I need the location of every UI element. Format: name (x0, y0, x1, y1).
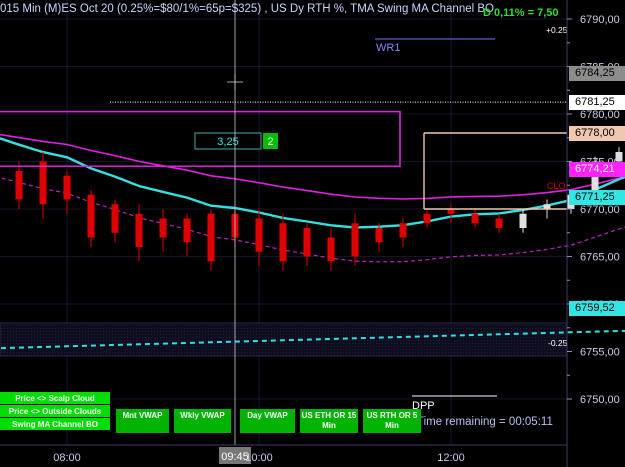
candle-body (423, 213, 431, 224)
minus-offset-label: -0.25 (548, 338, 568, 348)
daily-change-label: D 0,11% = 7,50 (483, 7, 559, 19)
candles-group (15, 147, 623, 271)
us-eth-or15-button[interactable]: US ETH OR 15 Min (300, 409, 358, 433)
candle-body (159, 218, 167, 238)
range-count-text: 2 (267, 136, 273, 148)
price-tick-label: 6790,00 (580, 14, 620, 26)
candle-body (87, 194, 95, 238)
scalp-cloud-button[interactable]: Price <> Scalp Cloud (0, 392, 110, 404)
price-tick-label: 6765,00 (580, 252, 620, 264)
swing-channel-button[interactable]: Swing MA Channel BO (0, 418, 110, 430)
us-rth-or5-button[interactable]: US RTH OR 5 Min (363, 409, 421, 433)
monthly-vwap-button[interactable]: Mnt VWAP (116, 409, 169, 433)
candle-body (399, 223, 407, 238)
time-remaining-label: Time remaining = 00:05:11 (417, 416, 553, 428)
price-tag: 6774,21 (569, 161, 625, 177)
time-tick-label: 08:00 (53, 452, 81, 464)
candle-body (39, 161, 47, 205)
candle-body (111, 204, 119, 233)
candle-body (519, 213, 527, 228)
chart-title: 015 Min (M)ES Oct 20 (0.25%=$80/1%=65p=$… (0, 3, 494, 15)
candle-body (135, 213, 143, 247)
magenta-moving-average (0, 133, 625, 200)
candle-body (375, 228, 383, 243)
candle-body (279, 223, 287, 262)
candle-body (447, 209, 455, 214)
candle-body (207, 213, 215, 262)
wr1-label: WR1 (376, 42, 400, 54)
time-tick-label: 12:00 (437, 452, 465, 464)
time-tick-label: 10:00 (245, 452, 273, 464)
price-tick-label: 6770,00 (580, 204, 620, 216)
candle-body (495, 218, 503, 228)
candle-body (303, 228, 311, 257)
price-tick-label: 6750,00 (580, 394, 620, 406)
time-axis: 08:0010:0012:0014:0016:00 (0, 444, 567, 464)
candle-body (327, 237, 335, 262)
price-tick-label: 6755,00 (580, 347, 620, 359)
outside-clouds-button[interactable]: Price <> Outside Clouds (0, 405, 110, 417)
plus-offset-label: +0.25 (546, 25, 568, 35)
candle-body (255, 218, 263, 252)
price-tag: 6759,52 (569, 301, 625, 317)
range-value-text: 3,25 (217, 136, 238, 148)
day-vwap-button[interactable]: Day VWAP (240, 409, 295, 433)
weekly-vwap-button[interactable]: Wkly VWAP (174, 409, 231, 433)
candle-body (183, 218, 191, 243)
price-tag: 6781,25 (569, 94, 625, 110)
candle-body (471, 213, 479, 224)
price-tag: 6771,25 (569, 189, 625, 205)
candle-body (63, 175, 71, 200)
price-tick-label: 6780,00 (580, 109, 620, 121)
clo-label: CLO (547, 181, 566, 191)
candle-body (543, 204, 551, 209)
price-tag: 6784,25 (569, 66, 625, 82)
candle-body (351, 223, 359, 257)
price-tag: 6778,00 (569, 125, 625, 141)
candle-body (15, 171, 23, 200)
